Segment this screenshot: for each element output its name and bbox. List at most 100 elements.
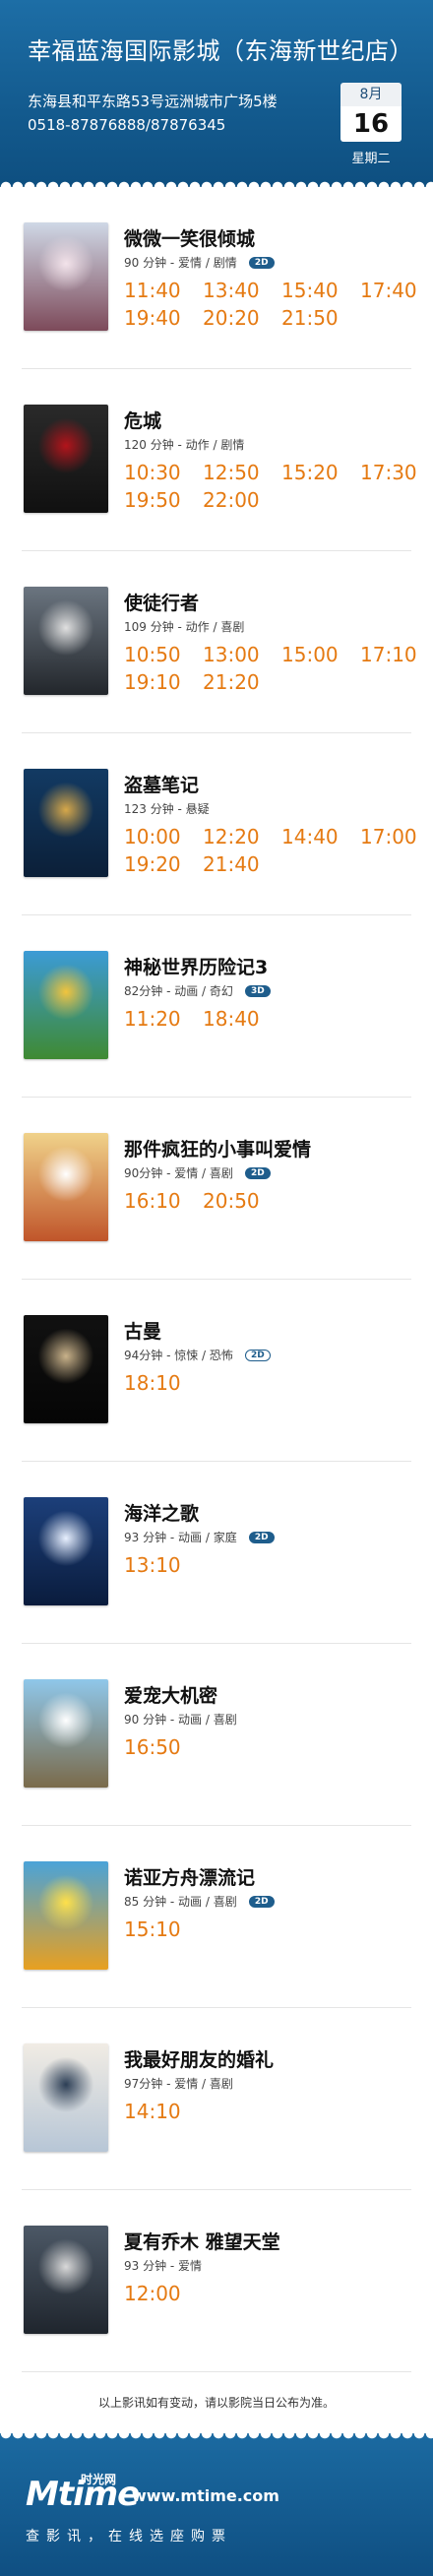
showtime[interactable]: 17:40 (360, 280, 433, 301)
movie-item[interactable]: 神秘世界历险记3 82分钟 - 动画 / 奇幻 3D 11:20 18:40 (22, 915, 411, 1098)
movie-title[interactable]: 神秘世界历险记3 (124, 953, 268, 979)
movie-info-text: 85 分钟 - 动画 / 喜剧 (124, 1895, 237, 1909)
showtime-list: 18:10 (124, 1372, 419, 1394)
showtime[interactable]: 12:00 (124, 2283, 203, 2304)
showtime[interactable]: 16:50 (124, 1736, 203, 1758)
movie-info: 94分钟 - 惊悚 / 恐怖 2D (124, 1347, 271, 1363)
showtime[interactable]: 18:40 (203, 1008, 281, 1030)
showtime[interactable]: 21:40 (203, 853, 281, 875)
showtime[interactable]: 21:50 (281, 307, 360, 329)
format-badge: 2D (248, 256, 275, 269)
showtime[interactable]: 22:00 (203, 489, 281, 511)
showtime[interactable]: 11:20 (124, 1008, 203, 1030)
showtime-list: 11:20 18:40 (124, 1008, 419, 1030)
movie-poster[interactable] (24, 1679, 108, 1788)
movie-poster[interactable] (24, 1133, 108, 1241)
movie-item[interactable]: 危城 120 分钟 - 动作 / 剧情 10:30 12:50 15:20 17:30 19… (22, 369, 417, 551)
showtime[interactable]: 17:10 (360, 644, 433, 665)
movie-item[interactable]: 微微一笑很倾城 90 分钟 - 爱情 / 剧情 2D 11:40 13:40 15:40 1… (22, 187, 417, 369)
movie-title[interactable]: 盗墓笔记 (124, 771, 199, 797)
showtime[interactable]: 13:40 (203, 280, 281, 301)
cinema-header: 幸福蓝海国际影城（东海新世纪店） 东海县和平东路53号远洲城市广场5楼 0518… (0, 0, 433, 187)
showtime[interactable]: 20:20 (203, 307, 281, 329)
movie-info-text: 93 分钟 - 动画 / 家庭 (124, 1531, 237, 1544)
movie-item[interactable]: 爱宠大机密 90 分钟 - 动画 / 喜剧 16:50 (22, 1644, 411, 1826)
showtime-list: 11:40 13:40 15:40 17:40 19:40 20:20 21:50 (124, 280, 419, 329)
showtime[interactable]: 10:30 (124, 462, 203, 483)
movie-title[interactable]: 诺亚方舟漂流记 (124, 1863, 255, 1890)
showtime[interactable]: 18:10 (124, 1372, 203, 1394)
movie-poster[interactable] (24, 1497, 108, 1605)
movie-item[interactable]: 诺亚方舟漂流记 85 分钟 - 动画 / 喜剧 2D 15:10 (22, 1826, 411, 2008)
movie-info-text: 97分钟 - 爱情 / 喜剧 (124, 2077, 233, 2091)
showtime[interactable]: 20:50 (203, 1190, 281, 1212)
movie-item[interactable]: 使徒行者 109 分钟 - 动作 / 喜剧 10:50 13:00 15:00 17:10… (22, 551, 417, 733)
showtime[interactable]: 15:00 (281, 644, 360, 665)
showtime[interactable]: 12:50 (203, 462, 281, 483)
movie-poster[interactable] (24, 1315, 108, 1423)
movie-poster[interactable] (24, 587, 108, 695)
movie-item[interactable]: 那件疯狂的小事叫爱情 90分钟 - 爱情 / 喜剧 2D 16:10 20:50 (22, 1098, 411, 1280)
movie-title[interactable]: 那件疯狂的小事叫爱情 (124, 1135, 311, 1162)
movie-poster[interactable] (24, 405, 108, 513)
showtime[interactable]: 14:40 (281, 826, 360, 848)
showtime[interactable]: 17:30 (360, 462, 433, 483)
movie-title[interactable]: 危城 (124, 407, 161, 433)
date-card: 8月 16 星期二 (340, 83, 402, 166)
movie-item[interactable]: 海洋之歌 93 分钟 - 动画 / 家庭 2D 13:10 (22, 1462, 411, 1644)
mtime-url-link[interactable]: www.mtime.com (132, 2486, 279, 2505)
movie-info-text: 90分钟 - 爱情 / 喜剧 (124, 1166, 233, 1180)
showtime[interactable]: 13:10 (124, 1554, 203, 1576)
showtime[interactable]: 19:50 (124, 489, 203, 511)
format-badge: 2D (248, 1531, 275, 1543)
showtime-list: 16:10 20:50 (124, 1190, 419, 1212)
movie-poster[interactable] (24, 769, 108, 877)
movie-info: 90 分钟 - 动画 / 喜剧 (124, 1711, 237, 1728)
movie-title[interactable]: 爱宠大机密 (124, 1681, 217, 1708)
movie-title[interactable]: 夏有乔木 雅望天堂 (124, 2228, 280, 2254)
movie-poster[interactable] (24, 951, 108, 1059)
showtime[interactable]: 19:10 (124, 671, 203, 693)
movie-item[interactable]: 夏有乔木 雅望天堂 93 分钟 - 爱情 12:00 (22, 2190, 411, 2372)
showtime[interactable]: 12:20 (203, 826, 281, 848)
cinema-phone: 0518-87876888/87876345 (28, 116, 226, 134)
showtime-list: 13:10 (124, 1554, 419, 1576)
showtime[interactable]: 15:40 (281, 280, 360, 301)
showtime[interactable]: 15:20 (281, 462, 360, 483)
movie-poster[interactable] (24, 2043, 108, 2152)
movie-item[interactable]: 古曼 94分钟 - 惊悚 / 恐怖 2D 18:10 (22, 1280, 411, 1462)
movie-info-text: 94分钟 - 惊悚 / 恐怖 (124, 1349, 233, 1362)
movie-info: 93 分钟 - 动画 / 家庭 2D (124, 1529, 275, 1545)
showtime[interactable]: 17:00 (360, 826, 433, 848)
movie-title[interactable]: 海洋之歌 (124, 1499, 199, 1526)
format-badge: 3D (244, 984, 271, 997)
movie-item[interactable]: 我最好朋友的婚礼 97分钟 - 爱情 / 喜剧 14:10 (22, 2008, 411, 2190)
movie-poster[interactable] (24, 222, 108, 331)
showtime[interactable]: 10:50 (124, 644, 203, 665)
movie-title[interactable]: 古曼 (124, 1317, 161, 1344)
showtime[interactable]: 13:00 (203, 644, 281, 665)
movie-info: 93 分钟 - 爱情 (124, 2257, 202, 2274)
showtime[interactable]: 15:10 (124, 1918, 203, 1940)
cinema-address: 东海县和平东路53号远洲城市广场5楼 (28, 93, 278, 110)
movie-title[interactable]: 使徒行者 (124, 589, 199, 615)
mtime-footer: Mtime 时光网 www.mtime.com 查影讯，在线选座购票 (0, 2433, 433, 2576)
showtime[interactable]: 16:10 (124, 1190, 203, 1212)
movie-poster[interactable] (24, 1861, 108, 1970)
movie-info-text: 90 分钟 - 爱情 / 剧情 (124, 256, 237, 270)
showtime[interactable]: 14:10 (124, 2101, 203, 2122)
movie-info: 109 分钟 - 动作 / 喜剧 (124, 618, 244, 635)
movie-title[interactable]: 微微一笑很倾城 (124, 224, 255, 251)
movie-info: 123 分钟 - 悬疑 (124, 800, 210, 817)
showtime[interactable]: 21:20 (203, 671, 281, 693)
showtime[interactable]: 19:40 (124, 307, 203, 329)
format-badge: 2D (248, 1895, 275, 1908)
movie-title[interactable]: 我最好朋友的婚礼 (124, 2045, 274, 2072)
movie-list: 微微一笑很倾城 90 分钟 - 爱情 / 剧情 2D 11:40 13:40 15:40 1… (0, 187, 433, 2372)
movie-poster[interactable] (24, 2226, 108, 2334)
movie-item[interactable]: 盗墓笔记 123 分钟 - 悬疑 10:00 12:20 14:40 17:00 19:20… (22, 733, 417, 915)
showtime[interactable]: 10:00 (124, 826, 203, 848)
showtime[interactable]: 19:20 (124, 853, 203, 875)
showtime[interactable]: 11:40 (124, 280, 203, 301)
movie-info-text: 93 分钟 - 爱情 (124, 2259, 203, 2273)
